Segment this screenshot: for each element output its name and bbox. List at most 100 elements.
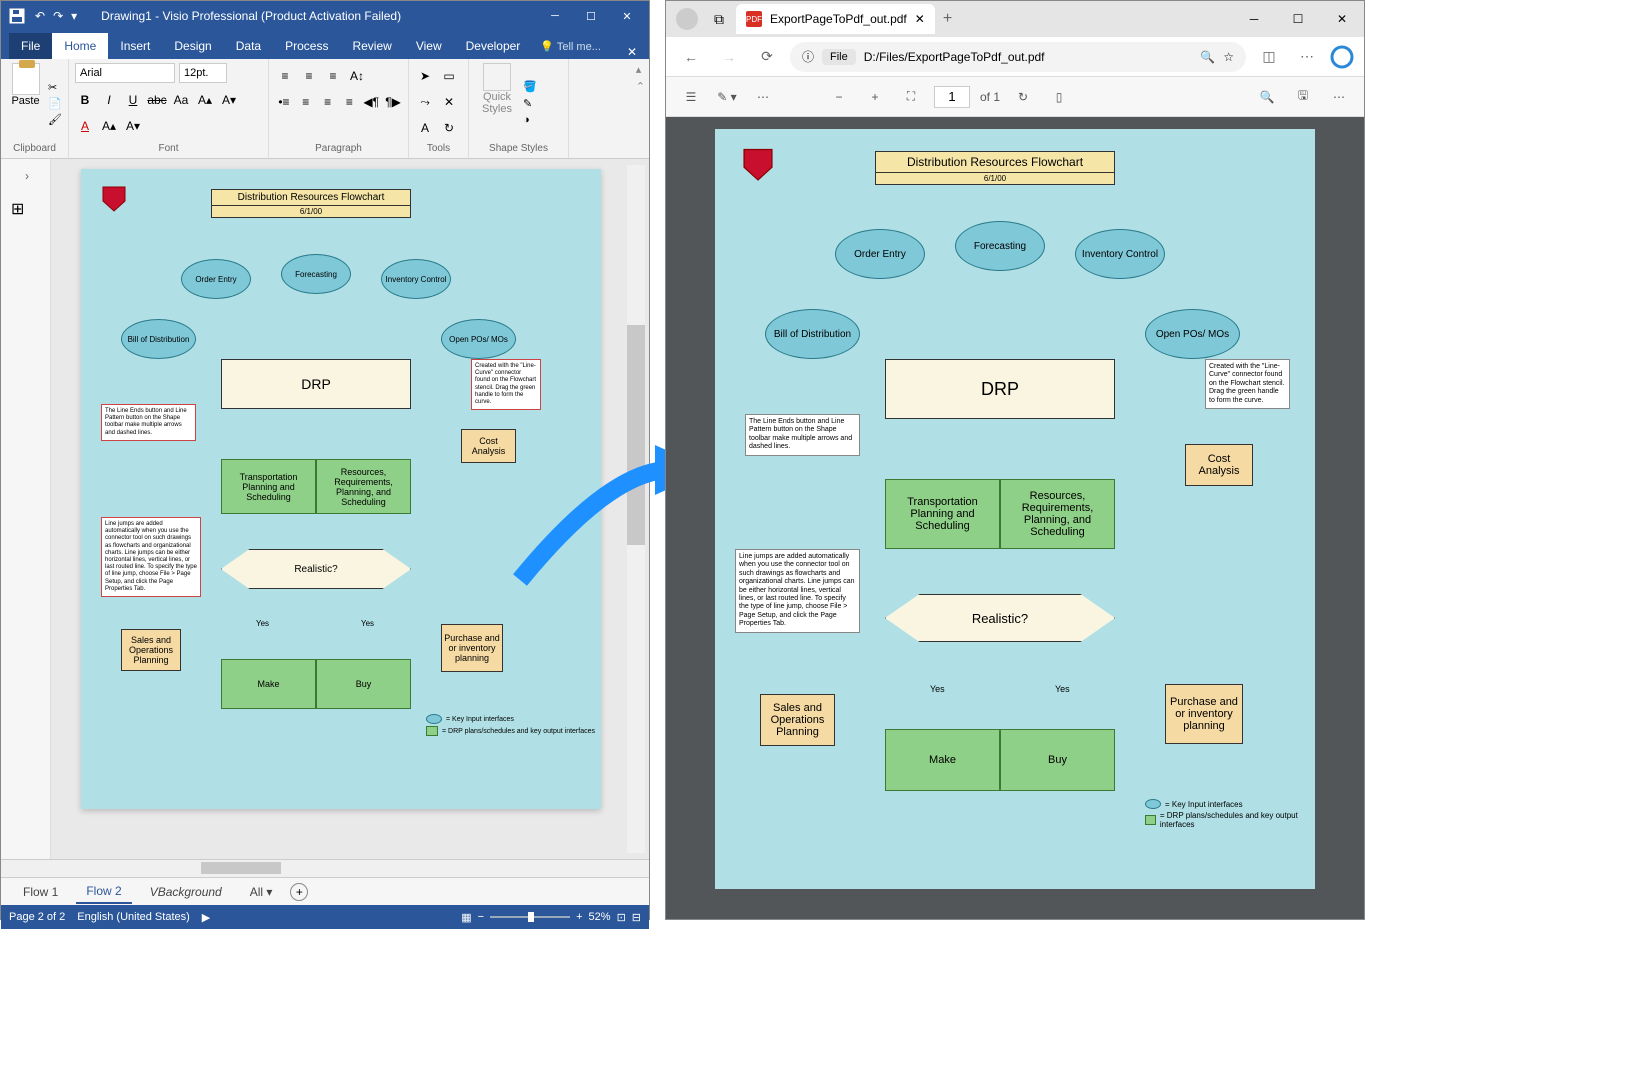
pdf-settings-icon[interactable]: ⋯: [1326, 84, 1352, 110]
node-make[interactable]: Make: [221, 659, 316, 709]
connector-tool-button[interactable]: ⤳: [415, 93, 435, 111]
node-drp[interactable]: DRP: [221, 359, 411, 409]
decrease-font-button[interactable]: A▾: [219, 91, 239, 109]
fit-page-button[interactable]: ⊡: [617, 911, 626, 924]
hscrollbar[interactable]: [1, 859, 649, 877]
contents-icon[interactable]: ☰: [678, 84, 704, 110]
shrink-font-button[interactable]: A▾: [123, 117, 143, 135]
underline-button[interactable]: U: [123, 91, 143, 109]
text-dir-button[interactable]: A↕: [347, 67, 367, 85]
fill-button[interactable]: 🪣: [523, 80, 537, 93]
align-center-button[interactable]: ≡: [319, 93, 337, 111]
node-realistic[interactable]: Realistic?: [221, 549, 411, 589]
node-order-entry[interactable]: Order Entry: [181, 259, 251, 299]
presentation-button[interactable]: ▦: [461, 911, 471, 924]
node-buy[interactable]: Buy: [316, 659, 411, 709]
collapse-ribbon-icon[interactable]: ⌃: [636, 80, 645, 93]
back-button[interactable]: ←: [676, 42, 706, 72]
x-tool-button[interactable]: ✕: [439, 93, 459, 111]
tab-view[interactable]: View: [404, 33, 454, 59]
align-mid-button[interactable]: ≡: [299, 67, 319, 85]
node-bill[interactable]: Bill of Distribution: [121, 319, 196, 359]
zoom-slider[interactable]: [490, 916, 570, 918]
browser-tab[interactable]: PDF ExportPageToPdf_out.pdf ✕: [736, 4, 935, 34]
align-left-button[interactable]: ≡: [297, 93, 315, 111]
tab-close-icon[interactable]: ✕: [915, 12, 925, 26]
page-view-icon[interactable]: ▯: [1046, 84, 1072, 110]
save-pdf-icon[interactable]: 🖫: [1290, 84, 1316, 110]
edge-minimize-button[interactable]: ─: [1232, 1, 1276, 37]
indent-button[interactable]: ¶▶: [384, 93, 402, 111]
font-name-select[interactable]: [75, 63, 175, 83]
rotate-tool-button[interactable]: ↻: [439, 119, 459, 137]
minimize-button[interactable]: ─: [541, 5, 569, 27]
tellme-search[interactable]: 💡 Tell me...: [532, 34, 609, 59]
copy-icon[interactable]: 📄: [48, 97, 62, 110]
rotate-icon[interactable]: ↻: [1010, 84, 1036, 110]
split-screen-icon[interactable]: ◫: [1254, 42, 1284, 72]
cut-icon[interactable]: ✂: [48, 81, 62, 94]
site-info-icon[interactable]: ⓘ: [802, 48, 814, 65]
tab-flow1[interactable]: Flow 1: [13, 881, 68, 903]
page-number-input[interactable]: [934, 86, 970, 108]
address-bar[interactable]: ⓘ File D:/Files/ExportPageToPdf_out.pdf …: [790, 42, 1246, 72]
undo-icon[interactable]: ↶: [35, 9, 45, 23]
tab-design[interactable]: Design: [162, 33, 223, 59]
copilot-icon[interactable]: [1330, 45, 1354, 69]
tab-insert[interactable]: Insert: [108, 33, 162, 59]
text-tool-button[interactable]: A: [415, 119, 435, 137]
draw-icon[interactable]: ✎ ▾: [714, 84, 740, 110]
shapes-pane[interactable]: › ⊞: [1, 159, 51, 859]
zoom-in-button[interactable]: +: [576, 911, 582, 923]
outdent-button[interactable]: ◀¶: [362, 93, 380, 111]
font-color-button[interactable]: A: [75, 117, 95, 135]
node-resources[interactable]: Resources, Requirements, Planning, and S…: [316, 459, 411, 514]
font-size-select[interactable]: [179, 63, 227, 83]
chevron-right-icon[interactable]: ›: [25, 169, 29, 183]
new-tab-button[interactable]: +: [943, 10, 952, 28]
tabs-overview-icon[interactable]: ⧉: [708, 8, 730, 30]
effects-button[interactable]: ◑: [523, 114, 537, 126]
forward-button[interactable]: →: [714, 42, 744, 72]
case-button[interactable]: Aa: [171, 91, 191, 109]
add-page-button[interactable]: +: [290, 883, 308, 901]
status-macro-icon[interactable]: ▶: [202, 911, 210, 924]
tab-vbackground[interactable]: VBackground: [140, 881, 232, 903]
line-button[interactable]: ✎: [523, 97, 537, 110]
pdf-viewport[interactable]: Distribution Resources Flowchart 6/1/00 …: [666, 117, 1364, 919]
tab-all[interactable]: All ▾: [240, 881, 283, 903]
quick-styles-button[interactable]: Quick Styles: [475, 63, 519, 143]
refresh-button[interactable]: ⟳: [752, 42, 782, 72]
fit-width-button[interactable]: ⊟: [632, 911, 641, 924]
edge-maximize-button[interactable]: ☐: [1276, 1, 1320, 37]
fit-button[interactable]: ⛶: [898, 84, 924, 110]
zoom-in-pdf-button[interactable]: +: [862, 84, 888, 110]
bold-button[interactable]: B: [75, 91, 95, 109]
align-top-button[interactable]: ≡: [275, 67, 295, 85]
tab-developer[interactable]: Developer: [454, 33, 533, 59]
bullets-button[interactable]: •≡: [275, 93, 293, 111]
save-icon[interactable]: [9, 8, 25, 24]
grow-font-button[interactable]: A▴: [99, 117, 119, 135]
node-inventory[interactable]: Inventory Control: [381, 259, 451, 299]
node-sales[interactable]: Sales and Operations Planning: [121, 629, 181, 671]
ribbon-close-icon[interactable]: ✕: [615, 45, 649, 59]
align-bot-button[interactable]: ≡: [323, 67, 343, 85]
rect-tool-button[interactable]: ▭: [439, 67, 459, 85]
scroll-up-icon[interactable]: ▴: [636, 63, 645, 76]
align-right-button[interactable]: ≡: [340, 93, 358, 111]
tab-home[interactable]: Home: [52, 33, 108, 59]
node-forecasting[interactable]: Forecasting: [281, 254, 351, 294]
tab-flow2[interactable]: Flow 2: [76, 880, 131, 904]
node-transport[interactable]: Transportation Planning and Scheduling: [221, 459, 316, 514]
shapes-pane-icon[interactable]: ⊞: [11, 199, 24, 219]
tab-file[interactable]: File: [9, 33, 52, 59]
increase-font-button[interactable]: A▴: [195, 91, 215, 109]
close-button[interactable]: ✕: [613, 5, 641, 27]
edge-menu-button[interactable]: ⋯: [1292, 42, 1322, 72]
favorite-icon[interactable]: ☆: [1223, 50, 1234, 64]
node-purchase[interactable]: Purchase and or inventory planning: [441, 624, 503, 672]
tab-review[interactable]: Review: [340, 33, 403, 59]
search-pdf-icon[interactable]: 🔍: [1254, 84, 1280, 110]
node-openpos[interactable]: Open POs/ MOs: [441, 319, 516, 359]
